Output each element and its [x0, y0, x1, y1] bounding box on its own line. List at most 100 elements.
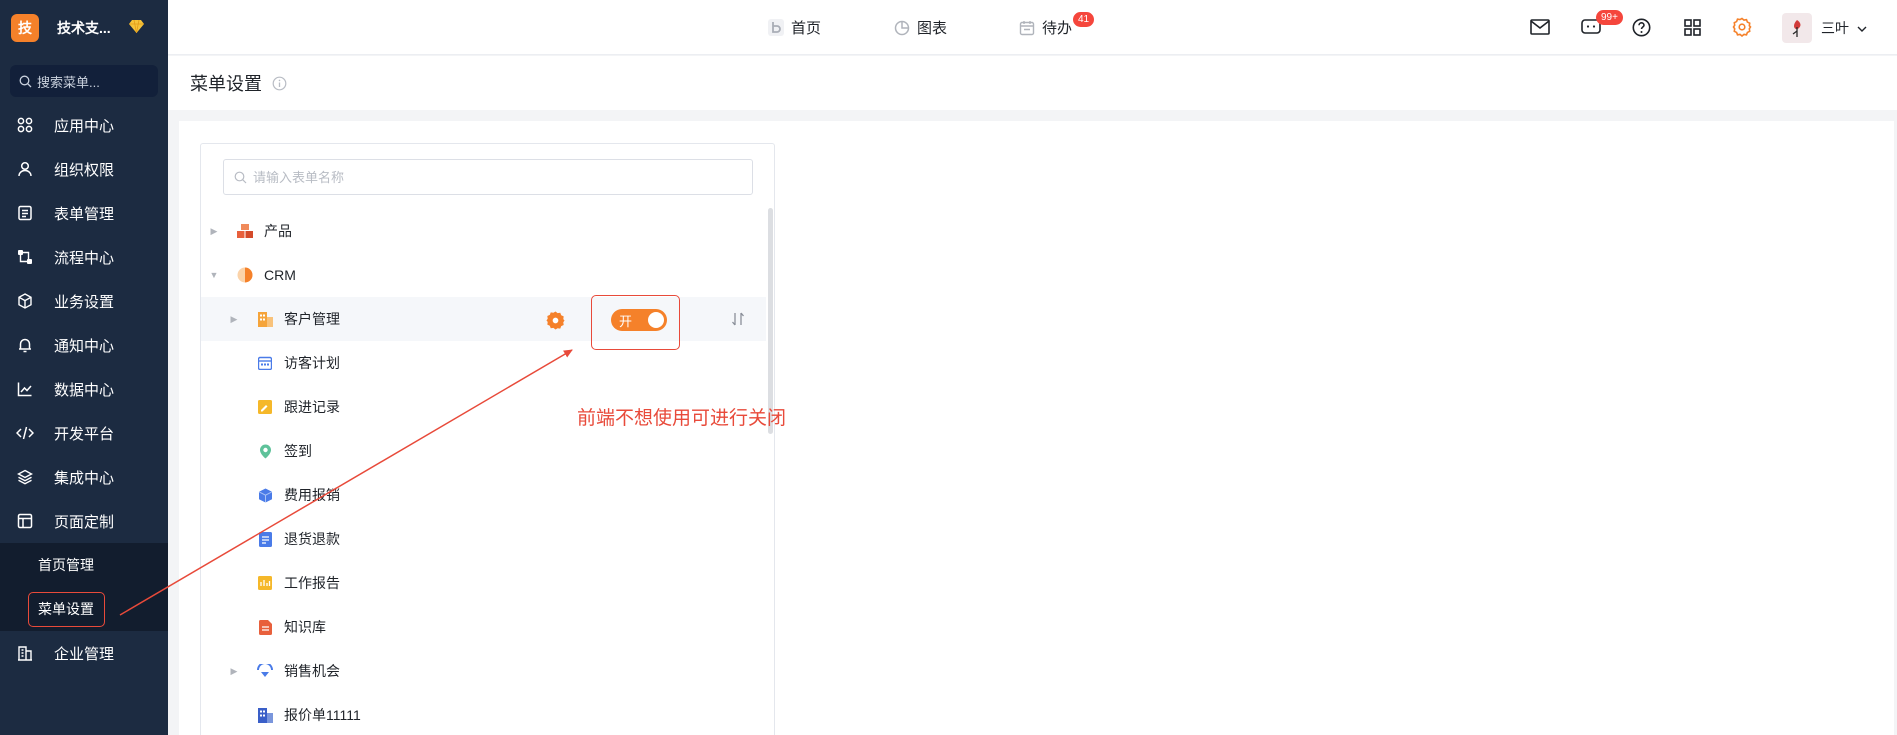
search-icon	[234, 171, 247, 183]
code-icon	[16, 424, 34, 442]
tree-row-work-report[interactable]: 工作报告	[201, 561, 766, 605]
tree-row-label: 销售机会	[284, 663, 340, 679]
tree-row-checkin[interactable]: 签到	[201, 429, 766, 473]
sidebar-item-apps[interactable]: 应用中心	[0, 103, 168, 147]
form-search-input[interactable]	[253, 169, 733, 185]
tab-home[interactable]: 首页	[768, 0, 821, 55]
tree-row-knowledge[interactable]: 知识库	[201, 605, 766, 649]
grid-icon[interactable]	[1681, 16, 1703, 38]
sidebar-item-label: 业务设置	[54, 293, 115, 311]
sidebar-item-label: 集成中心	[54, 469, 115, 487]
tree-row-customer-manage[interactable]: ▶ 客户管理 开	[201, 297, 766, 341]
sidebar-item-enterprise[interactable]: 企业管理	[0, 631, 168, 675]
tree-row-crm[interactable]: ▼ CRM	[201, 253, 766, 297]
knowledge-doc-icon	[257, 619, 273, 635]
search-icon	[19, 75, 32, 87]
tree-row-product[interactable]: ▶ 产品	[201, 209, 766, 253]
tab-charts[interactable]: 图表	[894, 0, 947, 55]
annotation-text: 前端不想使用可进行关闭	[577, 407, 787, 429]
location-pin-icon	[257, 443, 273, 459]
sidebar-item-dev[interactable]: 开发平台	[0, 411, 168, 455]
tree-row-label: 产品	[264, 223, 292, 239]
sidebar-item-label: 表单管理	[54, 205, 115, 223]
cube-icon	[16, 292, 34, 310]
user-menu[interactable]: 三叶	[1821, 18, 1867, 38]
tree-row-label: 客户管理	[284, 311, 340, 327]
avatar[interactable]	[1782, 13, 1812, 43]
caret-right-icon[interactable]: ▶	[229, 314, 239, 325]
settings-gear-icon[interactable]	[1731, 16, 1753, 38]
pie-chart-icon	[894, 20, 910, 36]
menu-search-placeholder: 搜索菜单...	[37, 74, 100, 90]
caret-right-icon[interactable]: ▶	[209, 226, 219, 237]
topbar: 首页 图表 待办 41 99+ 三叶	[168, 0, 1897, 55]
layers-icon	[16, 468, 34, 486]
visit-calendar-icon	[257, 355, 273, 371]
brand: 技 技术支...	[0, 0, 168, 55]
sidebar-item-notify[interactable]: 通知中心	[0, 323, 168, 367]
tab-todo[interactable]: 待办	[1019, 0, 1072, 55]
layout-icon	[16, 512, 34, 530]
tree-row-label: 签到	[284, 443, 312, 459]
form-search-field[interactable]	[223, 159, 753, 195]
tree-scrollbar[interactable]	[768, 208, 773, 434]
customer-building-icon	[257, 311, 273, 327]
sidebar-item-data[interactable]: 数据中心	[0, 367, 168, 411]
caret-down-icon[interactable]: ▼	[209, 270, 219, 280]
tree-row-sales-opportunity[interactable]: ▶ 销售机会	[201, 649, 766, 693]
tree-row-label: 工作报告	[284, 575, 340, 591]
menu-search-input[interactable]: 搜索菜单...	[10, 65, 158, 97]
tree-row-refund[interactable]: 退货退款	[201, 517, 766, 561]
flow-icon	[16, 248, 34, 266]
info-icon[interactable]	[272, 76, 287, 91]
sidebar-item-forms[interactable]: 表单管理	[0, 191, 168, 235]
tree-row-expense[interactable]: 费用报销	[201, 473, 766, 517]
sidebar-item-integration[interactable]: 集成中心	[0, 455, 168, 499]
diamond-icon[interactable]	[128, 19, 144, 36]
home-b-icon	[768, 19, 784, 36]
sidebar-subitem-label: 首页管理	[38, 557, 94, 573]
form-icon	[16, 204, 34, 222]
sidebar-item-label: 组织权限	[54, 161, 115, 179]
sidebar-item-label: 页面定制	[54, 513, 115, 531]
refund-doc-icon	[257, 531, 273, 547]
tree-row-label: 退货退款	[284, 531, 340, 547]
sidebar-item-flow[interactable]: 流程中心	[0, 235, 168, 279]
sidebar-item-label: 开发平台	[54, 425, 115, 443]
annotation-highlight-box	[591, 295, 680, 350]
building-icon	[16, 644, 34, 662]
tree-row-visit-plan[interactable]: 访客计划	[201, 341, 766, 385]
sidebar-item-label: 应用中心	[54, 117, 115, 135]
message-count-badge: 99+	[1596, 10, 1623, 25]
page-title: 菜单设置	[190, 74, 262, 94]
expense-cube-icon	[257, 487, 273, 503]
tree-row-label: 费用报销	[284, 487, 340, 503]
sidebar-item-label: 数据中心	[54, 381, 115, 399]
tree-row-quotation[interactable]: 报价单11111	[201, 693, 766, 735]
user-name: 三叶	[1821, 20, 1849, 36]
tree-row-label: 知识库	[284, 619, 326, 635]
brand-name[interactable]: 技术支...	[57, 18, 111, 38]
follow-note-icon	[257, 399, 273, 415]
sidebar-item-page-custom[interactable]: 页面定制	[0, 499, 168, 543]
tree-row-label: 访客计划	[284, 355, 340, 371]
sidebar-subitem-home-manage[interactable]: 首页管理	[0, 543, 168, 587]
row-settings-gear-icon[interactable]	[545, 310, 565, 330]
sidebar-item-business[interactable]: 业务设置	[0, 279, 168, 323]
quotation-building-icon	[257, 707, 273, 723]
bell-icon	[16, 336, 34, 354]
brand-logo[interactable]: 技	[11, 13, 39, 42]
tree-row-label: 跟进记录	[284, 399, 340, 415]
caret-right-icon[interactable]: ▶	[229, 666, 239, 677]
mail-icon[interactable]	[1529, 16, 1551, 38]
sidebar-subitem-menu-settings[interactable]: 菜单设置	[0, 587, 168, 631]
opportunity-icon	[257, 663, 273, 679]
help-icon[interactable]	[1630, 16, 1652, 38]
tab-label: 首页	[791, 20, 822, 37]
annotation-highlight-box	[28, 592, 105, 627]
drag-sort-icon[interactable]	[729, 310, 747, 328]
page-header: 菜单设置	[168, 56, 1897, 110]
report-icon	[257, 575, 273, 591]
sidebar-item-org[interactable]: 组织权限	[0, 147, 168, 191]
tab-label: 待办	[1042, 20, 1073, 37]
